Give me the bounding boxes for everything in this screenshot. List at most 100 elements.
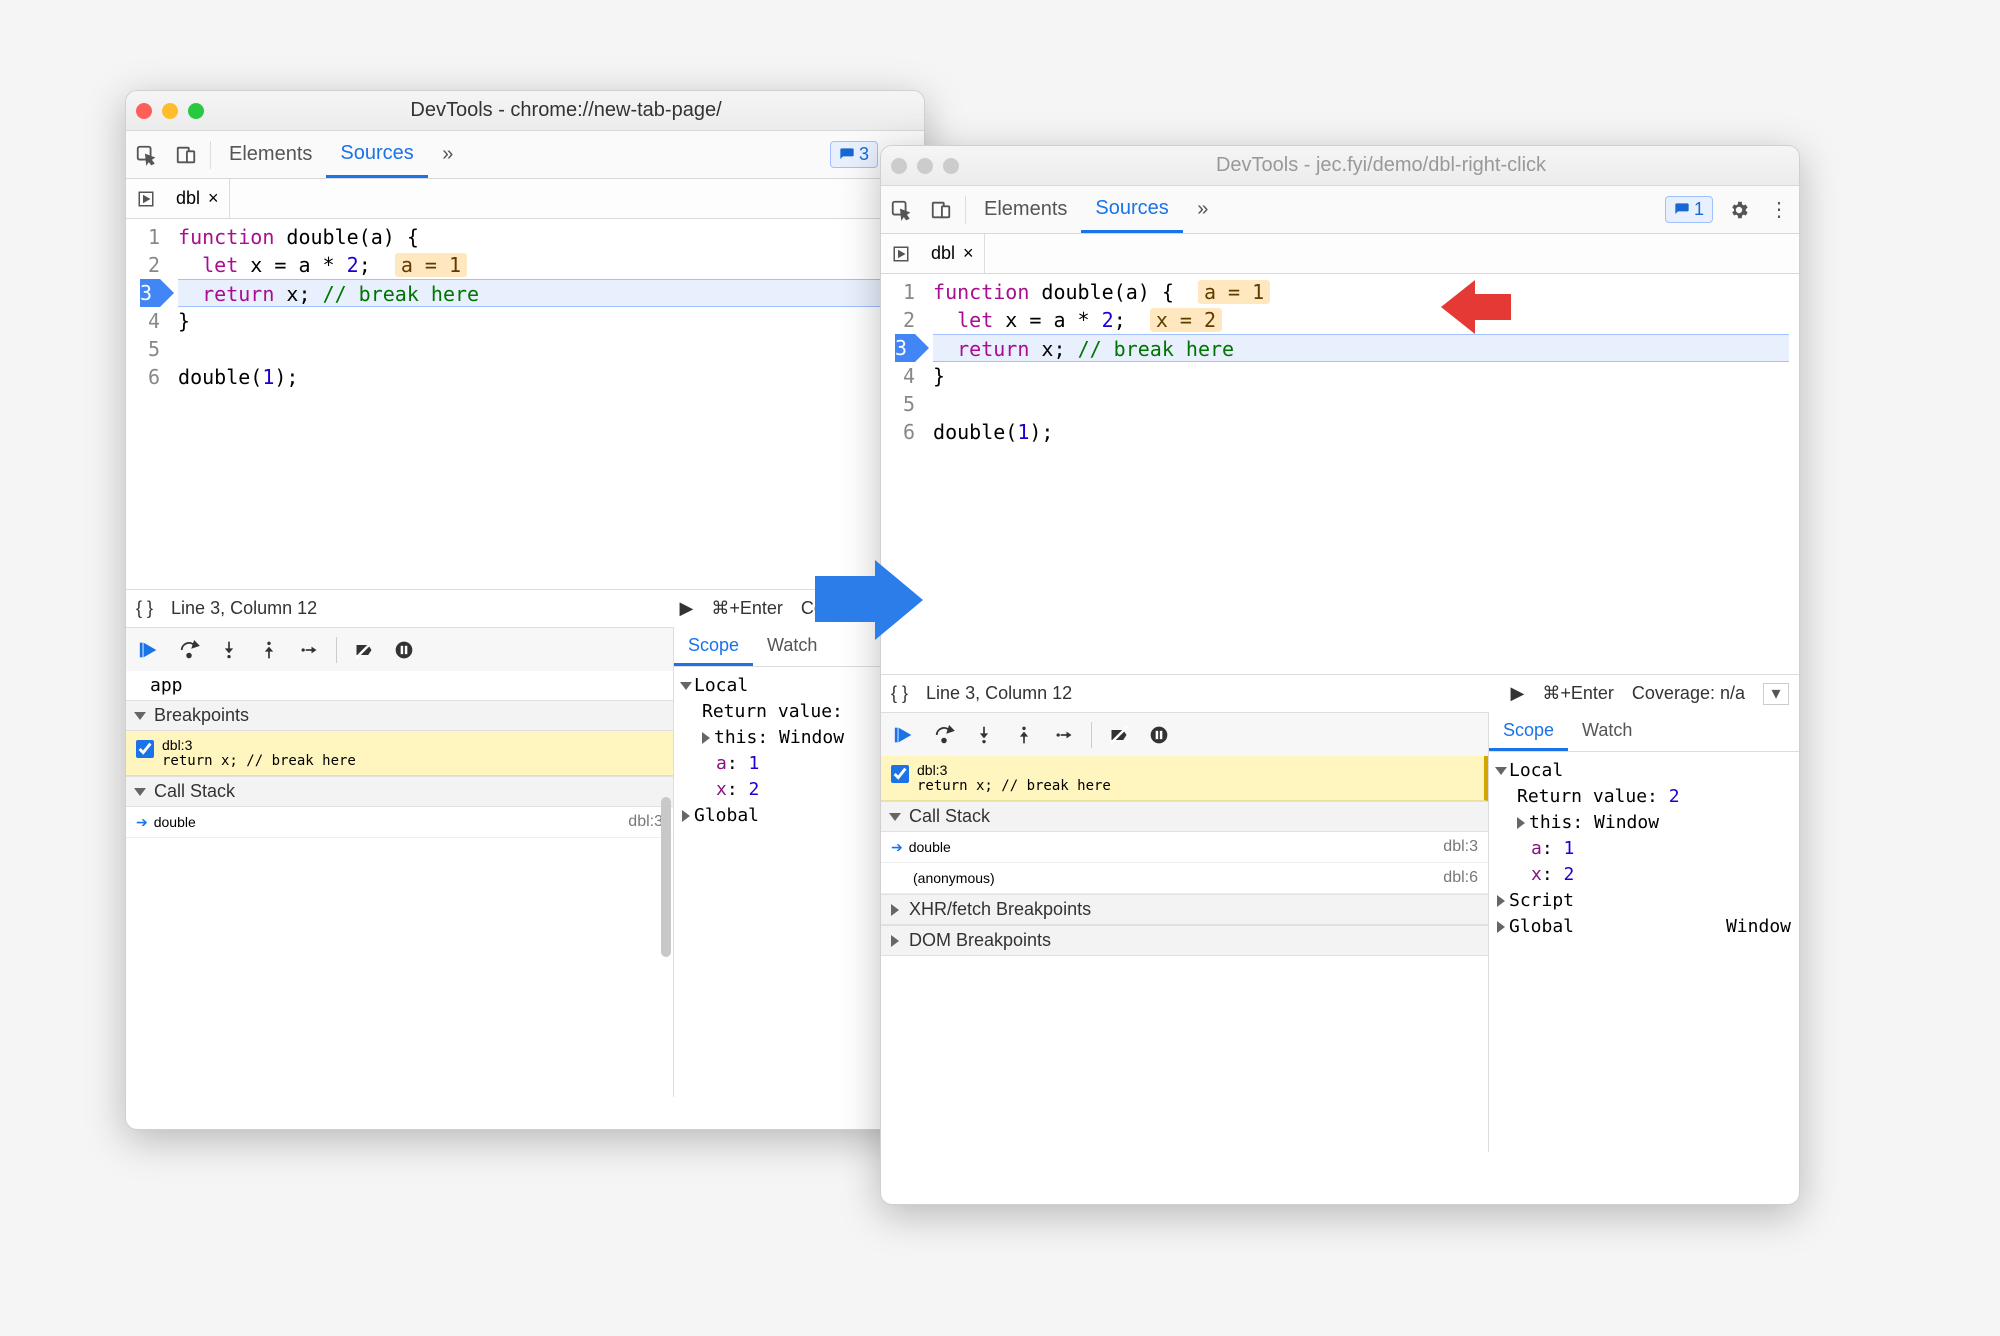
debug-toolbar [126, 627, 673, 671]
debug-toolbar [881, 712, 1488, 756]
file-tab-label: dbl [176, 188, 200, 209]
breakpoint-marker[interactable]: 3 [895, 334, 915, 362]
file-tabs: dbl × [881, 234, 1799, 274]
settings-icon[interactable] [1719, 190, 1759, 230]
device-toggle-icon[interactable] [166, 135, 206, 175]
line-gutter: 1 2 3 4 5 6 [126, 219, 168, 589]
close-tab-icon[interactable]: × [963, 243, 974, 264]
breakpoint-checkbox[interactable] [891, 765, 909, 783]
shortcut-hint: ⌘+Enter [1542, 683, 1614, 704]
breakpoint-checkbox[interactable] [136, 740, 154, 758]
issues-badge[interactable]: 3 [830, 141, 878, 168]
xhr-breakpoints-header[interactable]: XHR/fetch Breakpoints [881, 894, 1488, 925]
deactivate-breakpoints-button[interactable] [1102, 718, 1136, 752]
devtools-window-left: DevTools - chrome://new-tab-page/ Elemen… [125, 90, 925, 1130]
coverage-label: Coverage: n/a [1632, 683, 1745, 704]
more-tabs-icon[interactable]: » [1183, 190, 1223, 230]
minimize-icon[interactable] [917, 158, 933, 174]
inspect-icon[interactable] [881, 190, 921, 230]
navigator-toggle-icon[interactable] [881, 234, 921, 274]
minimize-icon[interactable] [162, 103, 178, 119]
step-out-button[interactable] [252, 633, 286, 667]
tab-elements[interactable]: Elements [215, 131, 326, 178]
breakpoint-row[interactable]: dbl:3 return x; // break here [126, 731, 673, 776]
issues-count: 1 [1694, 199, 1704, 220]
code-body[interactable]: function double(a) { let x = a * 2; a = … [168, 219, 924, 589]
device-toggle-icon[interactable] [921, 190, 961, 230]
code-editor[interactable]: 1 2 3 4 5 6 function double(a) { a = 1 l… [881, 274, 1799, 674]
run-icon[interactable]: ▶ [680, 598, 694, 619]
step-over-button[interactable] [927, 718, 961, 752]
titlebar[interactable]: DevTools - chrome://new-tab-page/ [126, 91, 924, 131]
inline-hint: a = 1 [395, 253, 467, 277]
breakpoint-file: dbl:3 [917, 762, 1111, 778]
main-tabstrip: Elements Sources » 1 ⋮ [881, 186, 1799, 234]
window-title: DevTools - chrome://new-tab-page/ [218, 99, 914, 122]
step-into-button[interactable] [212, 633, 246, 667]
inspect-icon[interactable] [126, 135, 166, 175]
breakpoint-row[interactable]: dbl:3 return x; // break here [881, 756, 1488, 801]
titlebar[interactable]: DevTools - jec.fyi/demo/dbl-right-click [881, 146, 1799, 186]
close-icon[interactable] [891, 158, 907, 174]
step-button[interactable] [1047, 718, 1081, 752]
more-tabs-icon[interactable]: » [428, 135, 468, 175]
resume-button[interactable] [887, 718, 921, 752]
issues-badge[interactable]: 1 [1665, 196, 1713, 223]
scope-body: Local Return value: 2 this: Window a: 1 … [1489, 752, 1799, 946]
pause-exceptions-button[interactable] [387, 633, 421, 667]
pause-exceptions-button[interactable] [1142, 718, 1176, 752]
tab-elements[interactable]: Elements [970, 186, 1081, 233]
file-tab-dbl[interactable]: dbl × [166, 179, 230, 218]
breakpoints-header[interactable]: Breakpoints [126, 700, 673, 731]
file-tab-dbl[interactable]: dbl × [921, 234, 985, 273]
step-over-button[interactable] [172, 633, 206, 667]
sidebar-toggle-icon[interactable]: ▾ [1763, 683, 1789, 705]
callstack-row[interactable]: ➔double dbl:3 [881, 832, 1488, 863]
maximize-icon[interactable] [188, 103, 204, 119]
dom-breakpoints-header[interactable]: DOM Breakpoints [881, 925, 1488, 956]
tab-watch[interactable]: Watch [1568, 712, 1646, 751]
tab-scope[interactable]: Scope [1489, 712, 1568, 751]
callstack-row[interactable]: ➔double dbl:3 [126, 807, 673, 838]
callstack-header[interactable]: Call Stack [126, 776, 673, 807]
code-editor[interactable]: 1 2 3 4 5 6 function double(a) { let x =… [126, 219, 924, 589]
maximize-icon[interactable] [943, 158, 959, 174]
breakpoint-text: return x; // break here [917, 778, 1111, 794]
step-out-button[interactable] [1007, 718, 1041, 752]
close-tab-icon[interactable]: × [208, 188, 219, 209]
traffic-lights [136, 103, 204, 119]
deactivate-breakpoints-button[interactable] [347, 633, 381, 667]
kebab-menu-icon[interactable]: ⋮ [1759, 190, 1799, 230]
breakpoint-file: dbl:3 [162, 737, 356, 753]
inline-hint: x = 2 [1150, 308, 1222, 332]
callstack-header[interactable]: Call Stack [881, 801, 1488, 832]
cursor-pos: Line 3, Column 12 [926, 683, 1072, 704]
code-body[interactable]: function double(a) { a = 1 let x = a * 2… [923, 274, 1799, 674]
devtools-window-right: DevTools - jec.fyi/demo/dbl-right-click … [880, 145, 1800, 1205]
tab-sources[interactable]: Sources [326, 131, 427, 178]
format-icon[interactable]: { } [891, 683, 908, 704]
tab-sources[interactable]: Sources [1081, 186, 1182, 233]
format-icon[interactable]: { } [136, 598, 153, 619]
scrollbar[interactable] [661, 797, 671, 957]
navigator-toggle-icon[interactable] [126, 179, 166, 219]
issues-count: 3 [859, 144, 869, 165]
cursor-pos: Line 3, Column 12 [171, 598, 317, 619]
window-title: DevTools - jec.fyi/demo/dbl-right-click [973, 154, 1789, 177]
resume-button[interactable] [132, 633, 166, 667]
callstack-row[interactable]: (anonymous) dbl:6 [881, 863, 1488, 894]
breakpoint-marker[interactable]: 3 [140, 279, 160, 307]
run-icon[interactable]: ▶ [1511, 683, 1525, 704]
tab-scope[interactable]: Scope [674, 627, 753, 666]
list-item[interactable]: app [126, 671, 673, 700]
step-into-button[interactable] [967, 718, 1001, 752]
tab-watch[interactable]: Watch [753, 627, 831, 666]
file-tab-label: dbl [931, 243, 955, 264]
traffic-lights [891, 158, 959, 174]
shortcut-hint: ⌘+Enter [711, 598, 783, 619]
close-icon[interactable] [136, 103, 152, 119]
inline-hint: a = 1 [1198, 280, 1270, 304]
scope-tabs: Scope Watch [1489, 712, 1799, 752]
editor-statusbar: { } Line 3, Column 12 ▶ ⌘+Enter Coverage… [126, 589, 924, 627]
step-button[interactable] [292, 633, 326, 667]
